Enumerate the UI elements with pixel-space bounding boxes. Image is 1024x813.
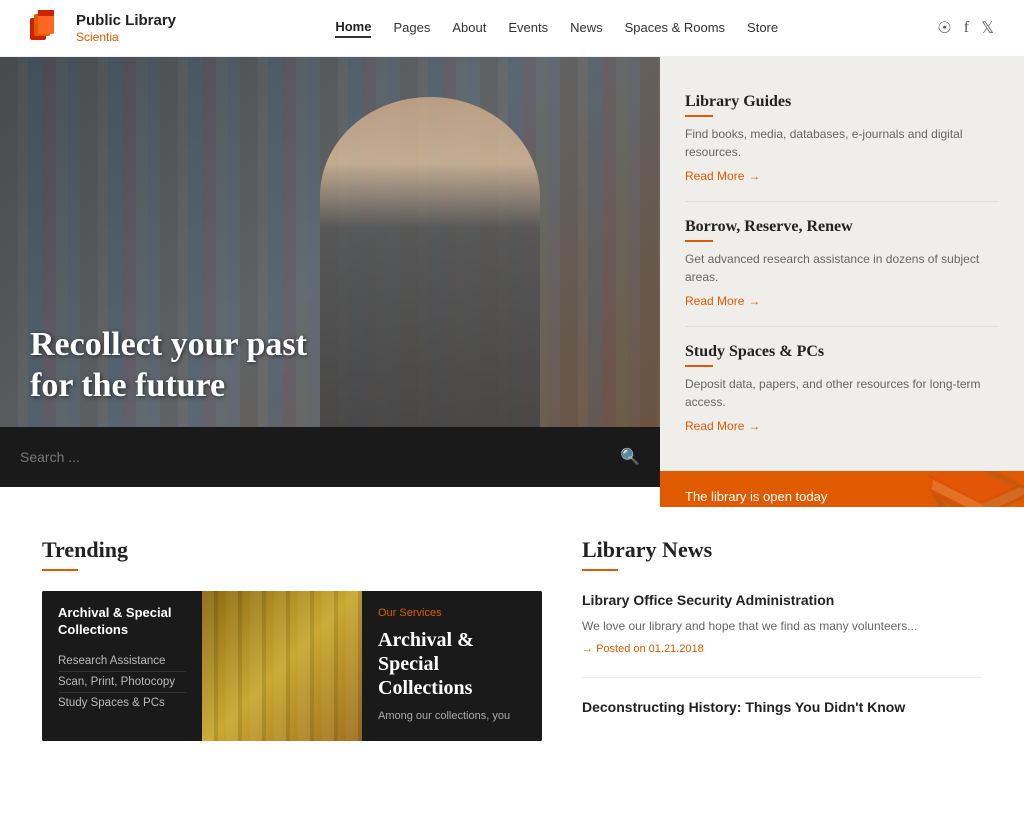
menu-item-study[interactable]: Study Spaces & PCs <box>58 693 186 713</box>
trending-card: Archival & Special Collections Research … <box>42 591 542 741</box>
library-news-title: Library News <box>582 537 982 563</box>
guide-title-library: Library Guides <box>685 93 999 111</box>
guide-title-borrow: Borrow, Reserve, Renew <box>685 218 999 236</box>
guide-underline-study <box>685 365 713 367</box>
search-input[interactable] <box>20 449 620 465</box>
hero-text: Recollect your past for the future <box>30 325 307 407</box>
menu-item-research[interactable]: Research Assistance <box>58 651 186 672</box>
news-date-1: Posted on 01.21.2018 <box>582 643 704 655</box>
hero-person-image <box>320 97 540 427</box>
library-hours-bg-icon: 📚 <box>922 471 1024 507</box>
search-icon[interactable]: 🔍 <box>620 447 640 467</box>
guide-desc-library: Find books, media, databases, e-journals… <box>685 125 999 161</box>
guide-title-study: Study Spaces & PCs <box>685 343 999 361</box>
nav-store[interactable]: Store <box>747 20 778 37</box>
trending-title: Trending <box>42 537 542 563</box>
library-guides-list: Library Guides Find books, media, databa… <box>660 57 1024 471</box>
news-item-1: Library Office Security Administration W… <box>582 591 982 678</box>
news-title-1: Library Office Security Administration <box>582 591 982 611</box>
logo-icon <box>30 10 66 46</box>
trending-card-tag: Our Services <box>378 605 526 622</box>
news-body-1: We love our library and hope that we fin… <box>582 617 982 635</box>
facebook-icon[interactable]: f <box>964 19 969 37</box>
library-name: Public Library <box>76 12 176 30</box>
guide-item-library: Library Guides Find books, media, databa… <box>685 77 999 202</box>
guide-underline-library <box>685 115 713 117</box>
nav-news[interactable]: News <box>570 20 603 37</box>
guide-underline-borrow <box>685 240 713 242</box>
header-social-icons: ☉ f 𝕏 <box>937 18 994 38</box>
trending-card-content: Our Services Archival & Special Collecti… <box>362 591 542 741</box>
globe-icon[interactable]: ☉ <box>937 18 951 38</box>
hero-sidebar: Library Guides Find books, media, databa… <box>660 57 1024 487</box>
trending-section: Trending Archival & Special Collections … <box>42 537 542 763</box>
news-item-2: Deconstructing History: Things You Didn'… <box>582 698 982 744</box>
trending-card-menu: Archival & Special Collections Research … <box>42 591 202 741</box>
read-more-study[interactable]: Read More → <box>685 419 760 433</box>
main-nav: Home Pages About Events News Spaces & Ro… <box>335 19 778 38</box>
library-subtitle: Scientia <box>76 30 176 44</box>
hero-section: Recollect your past for the future 🔍 Lib… <box>0 57 1024 487</box>
guide-item-borrow: Borrow, Reserve, Renew Get advanced rese… <box>685 202 999 327</box>
nav-pages[interactable]: Pages <box>393 20 430 37</box>
nav-about[interactable]: About <box>452 20 486 37</box>
read-more-library[interactable]: Read More → <box>685 169 760 183</box>
trending-underline <box>42 569 78 571</box>
news-title-2: Deconstructing History: Things You Didn'… <box>582 698 982 718</box>
library-news-underline <box>582 569 618 571</box>
library-hours-box: 📚 The library is open today 6:00 AM – 8:… <box>660 471 1024 507</box>
hero-headline: Recollect your past for the future <box>30 325 307 407</box>
nav-home[interactable]: Home <box>335 19 371 38</box>
main-content: Trending Archival & Special Collections … <box>12 497 1012 803</box>
trending-card-image <box>202 591 362 741</box>
trending-card-body: Among our collections, you <box>378 708 526 725</box>
guide-desc-study: Deposit data, papers, and other resource… <box>685 375 999 411</box>
hero-search-bar: 🔍 <box>0 427 660 487</box>
trending-card-title: Archival & Special Collections <box>378 628 526 700</box>
twitter-icon[interactable]: 𝕏 <box>981 18 994 38</box>
library-news-section: Library News Library Office Security Adm… <box>582 537 982 763</box>
guide-desc-borrow: Get advanced research assistance in doze… <box>685 250 999 286</box>
hero-image: Recollect your past for the future 🔍 <box>0 57 660 487</box>
menu-item-scan[interactable]: Scan, Print, Photocopy <box>58 672 186 693</box>
trending-menu-title: Archival & Special Collections <box>58 605 186 639</box>
logo[interactable]: Public Library Scientia <box>30 10 176 46</box>
guide-item-study: Study Spaces & PCs Deposit data, papers,… <box>685 327 999 451</box>
nav-spaces[interactable]: Spaces & Rooms <box>625 20 725 37</box>
read-more-borrow[interactable]: Read More → <box>685 294 760 308</box>
nav-events[interactable]: Events <box>508 20 548 37</box>
